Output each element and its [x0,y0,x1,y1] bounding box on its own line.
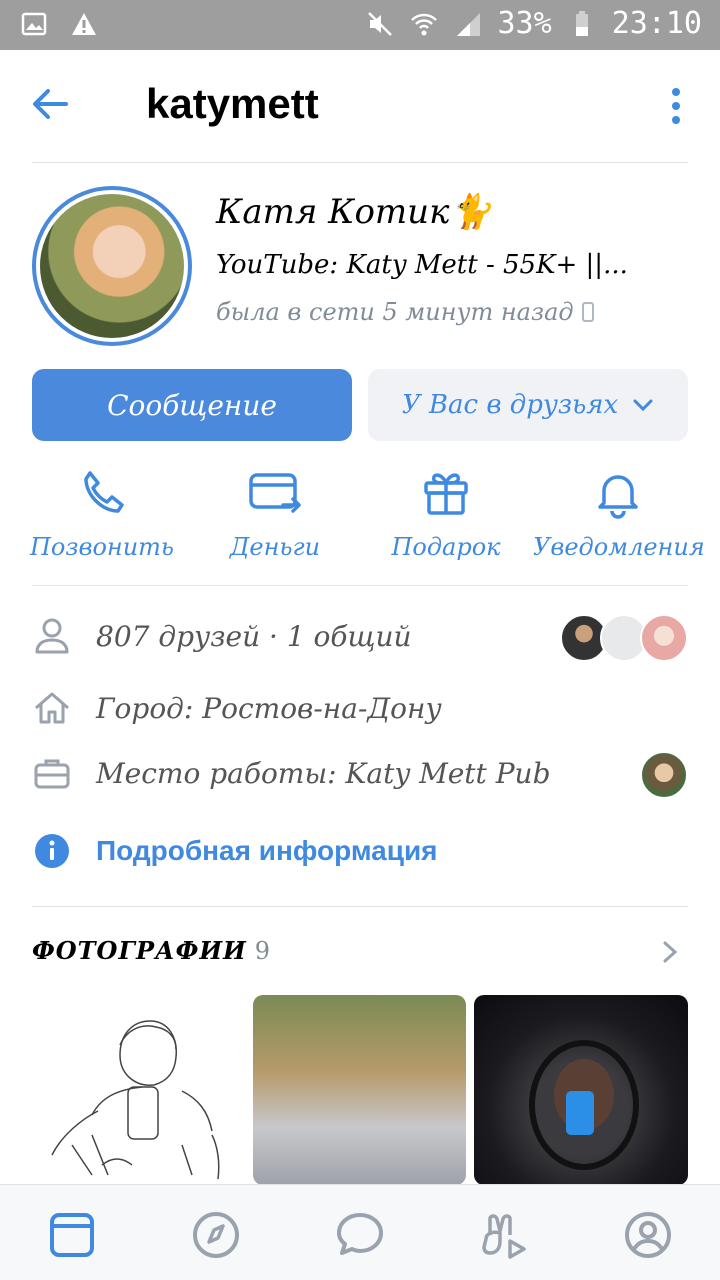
work-text: Место работы: Katy Mett Pub [96,756,551,790]
gift-icon [424,473,468,515]
photo-thumbnail[interactable] [32,995,246,1185]
city-text: Город: Ростов-на-Дону [96,691,442,725]
notifications-label: Уведомления [533,533,705,561]
warning-icon [72,13,96,35]
top-header: katymett [0,50,720,162]
more-info-row[interactable]: Подробная информация [32,823,688,879]
battery-percent: 33% [497,6,552,41]
notifications-action[interactable]: Уведомления [533,465,705,561]
online-status-text: была в сети 5 минут назад [216,298,574,326]
profile-tab-icon[interactable] [622,1209,674,1261]
photos-count: 9 [254,937,272,965]
battery-icon [575,10,588,36]
friends-row[interactable]: 807 друзей · 1 общий [32,608,688,664]
explore-compass-icon[interactable] [190,1209,242,1261]
friends-status-label: У Вас в друзьях [401,390,619,420]
briefcase-icon [34,759,70,789]
info-icon [35,834,69,868]
online-status: была в сети 5 минут назад [216,298,594,326]
mobile-icon [581,302,594,322]
friends-status-button[interactable]: У Вас в друзьях [368,369,688,441]
page-title: katymett [146,80,319,127]
bottom-tab-bar [0,1184,720,1280]
profile-actions: Позвонить Деньги Подарок Уведомления [0,465,720,565]
clips-icon[interactable] [478,1209,530,1261]
gallery-notification-icon [21,12,47,36]
photo-thumbnail[interactable] [253,995,466,1185]
actions-divider [32,585,688,586]
phone-icon [84,471,124,513]
avatar [40,194,184,338]
sketch-drawing [51,1020,220,1180]
mute-icon [367,11,392,36]
mirror-selfie-image [529,1040,639,1170]
signal-icon [456,12,480,36]
wifi-icon [410,13,437,35]
money-card-icon [249,473,301,513]
chevron-down-icon [633,399,653,412]
message-button[interactable]: Сообщение [32,369,352,441]
money-label: Деньги [229,533,321,561]
call-action[interactable]: Позвонить [17,465,187,561]
money-action[interactable]: Деньги [190,465,360,561]
info-divider [32,906,688,907]
gift-label: Подарок [391,533,501,561]
photos-header[interactable]: ФОТОГРАФИИ 9 [32,936,271,965]
user-icon [35,618,69,654]
friends-count: 807 друзей · 1 общий [96,619,412,653]
messages-icon[interactable] [334,1209,386,1261]
back-arrow-icon[interactable] [28,82,72,126]
mutual-friends-avatars[interactable] [560,614,688,662]
call-label: Позвонить [30,533,174,561]
friend-avatar [640,614,688,662]
gift-action[interactable]: Подарок [361,465,531,561]
header-divider [32,162,688,163]
more-options-icon[interactable] [668,86,684,126]
photos-title: ФОТОГРАФИИ [32,936,247,965]
work-avatar-wrap [640,751,688,799]
profile-status: YouTube: Katy Mett - 55K+ ||... [216,250,628,280]
bell-icon [598,475,638,519]
work-row[interactable]: Место работы: Katy Mett Pub [32,745,688,801]
more-info-link: Подробная информация [96,835,438,866]
chevron-right-icon[interactable] [660,940,680,964]
news-feed-icon[interactable] [46,1209,98,1261]
work-avatar [640,751,688,799]
profile-avatar[interactable] [32,186,192,346]
clock: 23:10 [611,6,702,41]
photo-thumbnail[interactable] [474,995,688,1185]
profile-name: Катя Котик🐈 [216,192,492,232]
status-bar: 33% 23:10 [0,0,720,50]
home-icon [35,692,69,724]
city-row: Город: Ростов-на-Дону [32,680,688,736]
